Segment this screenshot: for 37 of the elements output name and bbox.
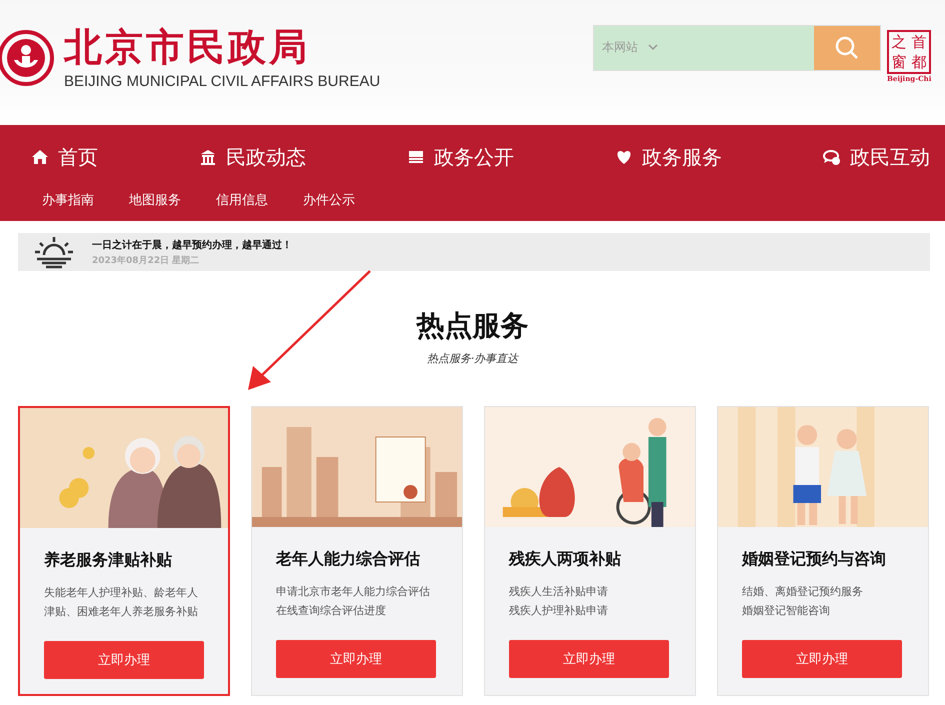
apply-button[interactable]: 立即办理 [276,640,436,678]
card-title: 婚姻登记预约与咨询 [742,549,887,570]
nav-item[interactable]: 政务公开 [406,144,514,170]
building-icon [198,147,218,167]
card-title: 老年人能力综合评估 [276,549,421,570]
subnav-item[interactable]: 信用信息 [216,191,268,209]
nav-item[interactable]: 首页 [30,144,98,170]
card-description: 津贴、困难老年人养老服务补贴 [44,604,199,620]
apply-button[interactable]: 立即办理 [509,640,669,678]
notice-date: 2023年08月22日 星期二 [92,254,200,266]
card-description: 残疾人生活补贴申请 [509,584,609,600]
subnav-item[interactable]: 地图服务 [129,191,181,209]
home-icon [30,147,50,167]
section-subtitle: 热点服务·办事直达 [426,351,518,366]
logo-subtitle: BEIJING MUNICIPAL CIVIL AFFAIRS BUREAU [64,73,380,90]
apply-button[interactable]: 立即办理 [742,640,902,678]
section-title: 热点服务 [416,308,528,344]
nav-item[interactable]: 政民互动 [822,144,930,170]
card-title: 残疾人两项补贴 [509,549,622,570]
nav-item[interactable]: 政务服务 [614,144,722,170]
emblem-logo-icon [0,30,54,86]
sunrise-icon [34,235,74,269]
logo-title: 北京市民政局 [64,25,311,69]
card-description: 在线查询综合评估进度 [276,603,387,619]
nav-item[interactable]: 民政动态 [198,144,306,170]
subnav-item[interactable]: 办件公示 [303,191,355,209]
apply-button[interactable]: 立即办理 [44,641,204,679]
card-description: 申请北京市老年人能力综合评估 [276,584,431,600]
card-title: 养老服务津贴补贴 [44,550,173,571]
chat-icon [822,147,842,167]
card-description: 失能老年人护理补贴、龄老年人 [44,585,199,601]
card-description: 婚姻登记智能咨询 [742,603,831,619]
card-description: 残疾人护理补贴申请 [509,603,609,619]
notice-message: 一日之计在于晨，越早预约办理，越早通过！ [92,238,292,252]
card-description: 结婚、离婚登记预约服务 [742,584,864,600]
subnav-item[interactable]: 办事指南 [42,191,94,209]
seal-logo[interactable]: 之 首 窗 都 [887,30,931,74]
